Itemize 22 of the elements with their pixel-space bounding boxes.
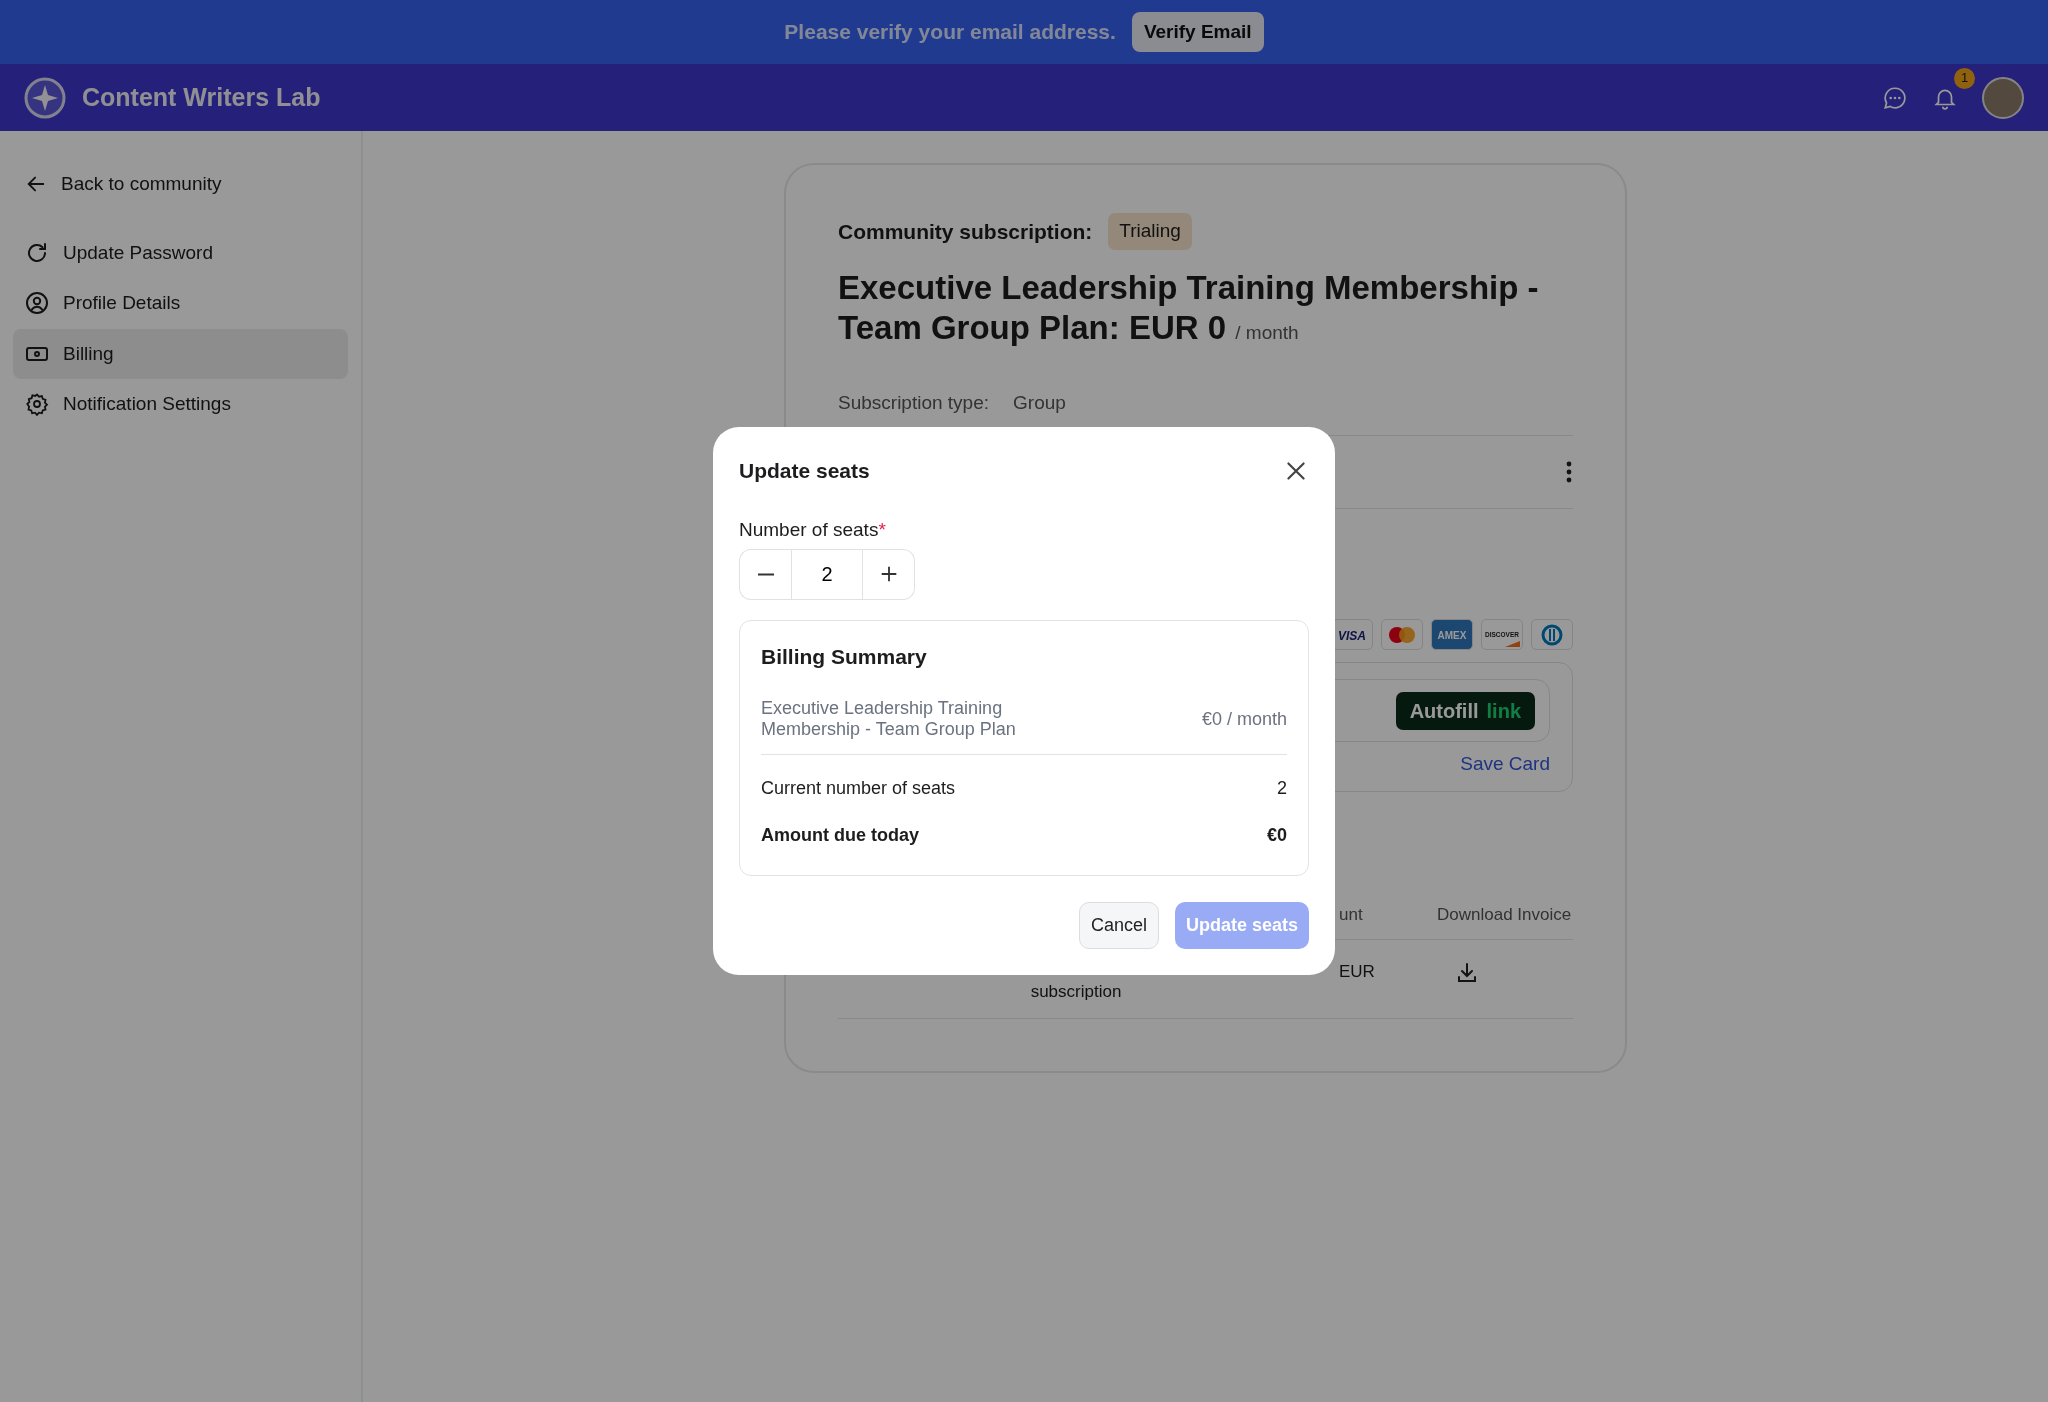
notification-count: 1 <box>1954 67 1975 89</box>
plan-title: Executive Leadership Training Membership - Team Group Plan: EUR 0 / month <box>838 267 1540 348</box>
subscription-label: Community subscription: <box>838 218 1093 245</box>
summary-value: €0 <box>1266 824 1287 848</box>
card-brand-logo: AMEX <box>1431 619 1473 650</box>
verify-email-message: Please verify your email address. <box>784 19 1116 46</box>
community-title: Content Writers Lab <box>82 81 321 113</box>
table-cell-text: EUR <box>1339 961 1376 984</box>
subscription-type-label: Subscription type: <box>838 390 990 415</box>
plan-name: Executive Leadership Training Membership - Team Group Plan <box>761 698 1017 741</box>
column-header: Download Invoice <box>1436 903 1573 926</box>
table-cell-text: subscription <box>1029 980 1123 1003</box>
column-header: unt <box>1339 903 1364 926</box>
seats-label: Number of seats* <box>739 518 887 543</box>
subscription-type-value: Group <box>1013 390 1066 415</box>
summary-label: Current number of seats <box>761 777 956 801</box>
summary-label: Amount due today <box>761 824 919 848</box>
dialog-title: Update seats <box>739 457 870 484</box>
summary-value: 2 <box>1277 777 1287 801</box>
billing-summary-title: Billing Summary <box>761 643 928 670</box>
status-tag: Trialing <box>1108 213 1192 250</box>
plan-price: €0 / month <box>1201 708 1287 730</box>
